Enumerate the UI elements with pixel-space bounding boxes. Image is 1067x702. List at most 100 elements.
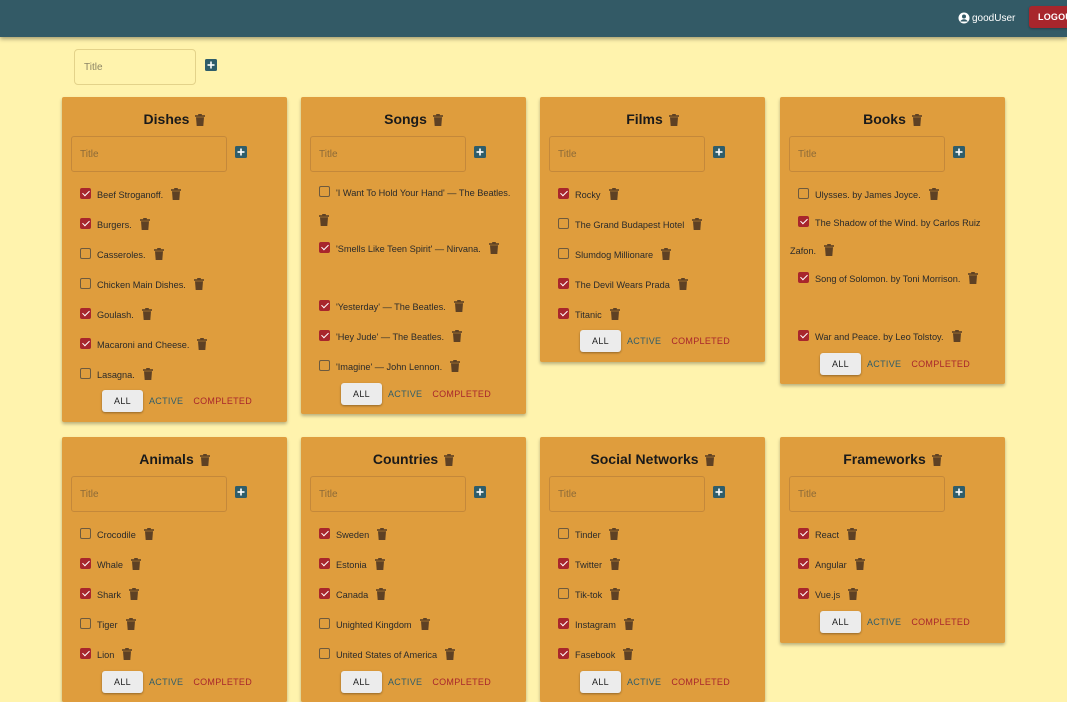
task-checkbox[interactable] [319, 360, 330, 371]
delete-task-trash-icon[interactable] [847, 523, 858, 540]
filter-active-button[interactable]: ACTIVE [623, 671, 665, 693]
task-checkbox[interactable] [80, 278, 91, 289]
new-task-title-input[interactable] [549, 136, 705, 172]
filter-all-button[interactable]: ALL [341, 671, 382, 693]
new-task-title-input[interactable] [71, 476, 227, 512]
task-checkbox[interactable] [558, 278, 569, 289]
delete-task-trash-icon[interactable] [141, 303, 152, 320]
add-task-button[interactable] [474, 146, 486, 158]
filter-completed-button[interactable]: COMPLETED [189, 671, 256, 693]
delete-task-trash-icon[interactable] [143, 523, 154, 540]
delete-task-trash-icon[interactable] [197, 333, 208, 350]
task-checkbox[interactable] [558, 588, 569, 599]
new-task-title-input[interactable] [789, 476, 945, 512]
delete-task-trash-icon[interactable] [609, 303, 620, 320]
new-task-title-input[interactable] [789, 136, 945, 172]
delete-task-trash-icon[interactable] [824, 239, 835, 256]
add-task-button[interactable] [235, 146, 247, 158]
delete-task-trash-icon[interactable] [951, 325, 962, 342]
delete-list-trash-icon[interactable] [668, 113, 679, 126]
delete-task-trash-icon[interactable] [376, 583, 387, 600]
task-checkbox[interactable] [558, 188, 569, 199]
task-checkbox[interactable] [558, 248, 569, 259]
delete-task-trash-icon[interactable] [377, 523, 388, 540]
delete-task-trash-icon[interactable] [122, 643, 133, 660]
task-checkbox[interactable] [319, 618, 330, 629]
filter-completed-button[interactable]: COMPLETED [907, 353, 974, 375]
new-task-title-input[interactable] [549, 476, 705, 512]
task-checkbox[interactable] [80, 368, 91, 379]
task-checkbox[interactable] [80, 338, 91, 349]
delete-task-trash-icon[interactable] [142, 363, 153, 380]
task-checkbox[interactable] [319, 558, 330, 569]
delete-task-trash-icon[interactable] [450, 355, 461, 372]
delete-task-trash-icon[interactable] [610, 553, 621, 570]
delete-task-trash-icon[interactable] [968, 267, 979, 284]
delete-task-trash-icon[interactable] [453, 295, 464, 312]
filter-all-button[interactable]: ALL [102, 671, 143, 693]
filter-all-button[interactable]: ALL [341, 383, 382, 405]
filter-active-button[interactable]: ACTIVE [145, 390, 187, 412]
task-checkbox[interactable] [798, 588, 809, 599]
filter-active-button[interactable]: ACTIVE [145, 671, 187, 693]
filter-completed-button[interactable]: COMPLETED [667, 671, 734, 693]
delete-list-trash-icon[interactable] [931, 453, 942, 466]
delete-task-trash-icon[interactable] [854, 553, 865, 570]
filter-completed-button[interactable]: COMPLETED [428, 671, 495, 693]
new-task-title-input[interactable] [310, 136, 466, 172]
task-checkbox[interactable] [80, 528, 91, 539]
delete-task-trash-icon[interactable] [129, 583, 140, 600]
delete-task-trash-icon[interactable] [661, 243, 672, 260]
add-task-button[interactable] [474, 486, 486, 498]
filter-active-button[interactable]: ACTIVE [384, 671, 426, 693]
filter-all-button[interactable]: ALL [580, 330, 621, 352]
delete-task-trash-icon[interactable] [608, 183, 619, 200]
delete-task-trash-icon[interactable] [677, 273, 688, 290]
task-checkbox[interactable] [798, 558, 809, 569]
task-checkbox[interactable] [319, 588, 330, 599]
task-checkbox[interactable] [80, 188, 91, 199]
task-checkbox[interactable] [319, 528, 330, 539]
delete-task-trash-icon[interactable] [692, 213, 703, 230]
filter-active-button[interactable]: ACTIVE [863, 353, 905, 375]
task-checkbox[interactable] [558, 218, 569, 229]
filter-completed-button[interactable]: COMPLETED [428, 383, 495, 405]
delete-task-trash-icon[interactable] [610, 583, 621, 600]
add-task-button[interactable] [953, 146, 965, 158]
task-checkbox[interactable] [319, 186, 330, 197]
filter-all-button[interactable]: ALL [102, 390, 143, 412]
add-list-button[interactable] [205, 59, 217, 71]
add-task-button[interactable] [713, 146, 725, 158]
filter-active-button[interactable]: ACTIVE [623, 330, 665, 352]
task-checkbox[interactable] [80, 588, 91, 599]
task-checkbox[interactable] [319, 648, 330, 659]
delete-task-trash-icon[interactable] [623, 613, 634, 630]
delete-task-trash-icon[interactable] [139, 213, 150, 230]
task-checkbox[interactable] [319, 300, 330, 311]
delete-task-trash-icon[interactable] [171, 183, 182, 200]
task-checkbox[interactable] [798, 216, 809, 227]
filter-completed-button[interactable]: COMPLETED [907, 611, 974, 633]
delete-task-trash-icon[interactable] [623, 643, 634, 660]
delete-task-trash-icon[interactable] [928, 183, 939, 200]
logout-button[interactable]: LOGOUT [1029, 6, 1067, 28]
task-checkbox[interactable] [558, 558, 569, 569]
task-checkbox[interactable] [80, 618, 91, 629]
task-checkbox[interactable] [80, 308, 91, 319]
new-task-title-input[interactable] [71, 136, 227, 172]
delete-list-trash-icon[interactable] [704, 453, 715, 466]
filter-all-button[interactable]: ALL [580, 671, 621, 693]
task-checkbox[interactable] [558, 528, 569, 539]
add-task-button[interactable] [235, 486, 247, 498]
delete-task-trash-icon[interactable] [608, 523, 619, 540]
task-checkbox[interactable] [80, 648, 91, 659]
delete-task-trash-icon[interactable] [319, 209, 329, 226]
delete-task-trash-icon[interactable] [125, 613, 136, 630]
new-task-title-input[interactable] [310, 476, 466, 512]
task-checkbox[interactable] [798, 188, 809, 199]
delete-task-trash-icon[interactable] [131, 553, 142, 570]
task-checkbox[interactable] [80, 218, 91, 229]
delete-list-trash-icon[interactable] [444, 453, 455, 466]
filter-active-button[interactable]: ACTIVE [384, 383, 426, 405]
delete-task-trash-icon[interactable] [488, 237, 499, 254]
